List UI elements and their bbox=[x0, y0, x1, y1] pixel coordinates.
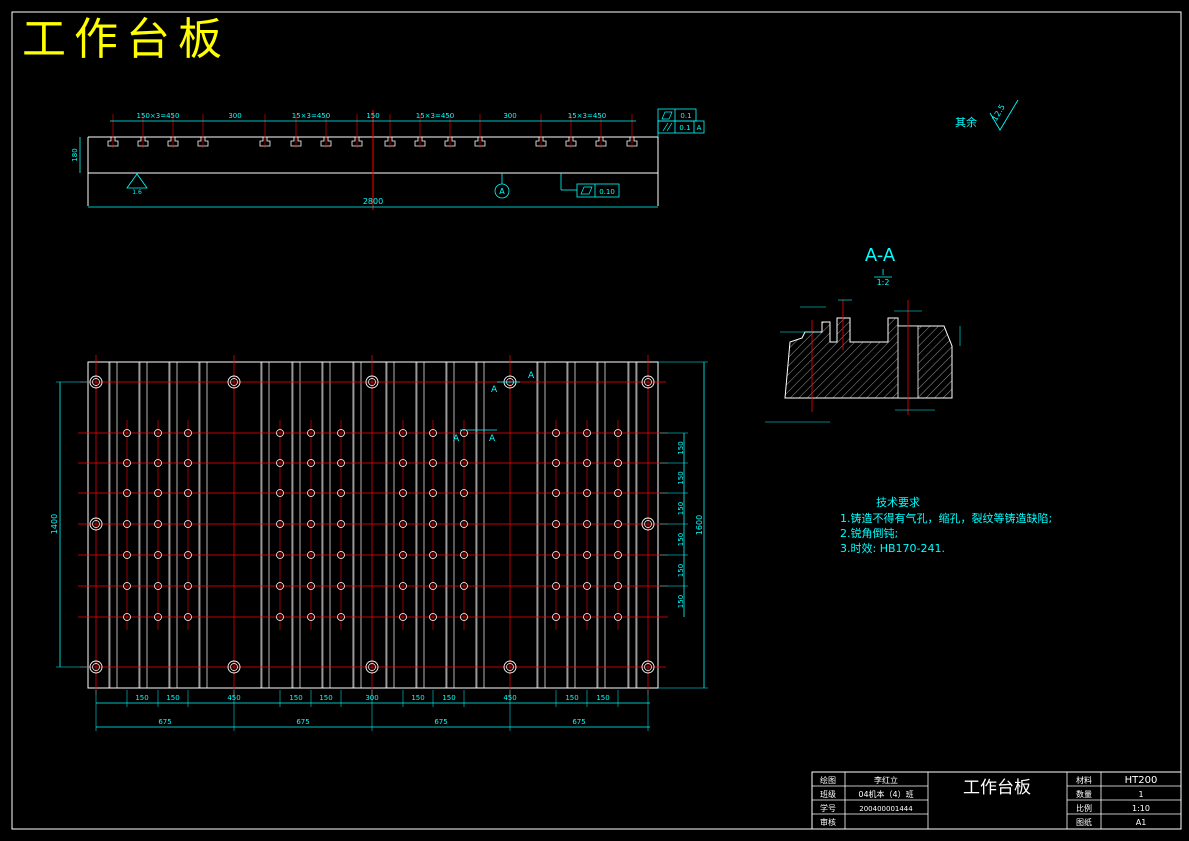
section-scale-top: I bbox=[882, 268, 884, 277]
tech-item-1: 1.铸造不得有气孔，缩孔，裂纹等铸造缺陷; bbox=[840, 511, 1052, 525]
drawing-title: 工作台板 bbox=[22, 14, 230, 65]
bottom-dim-label: 150 bbox=[565, 694, 578, 702]
overall-length-label: 2800 bbox=[363, 197, 383, 206]
tb-draw-label: 绘图 bbox=[820, 775, 836, 785]
right-dim-label: 150 bbox=[677, 564, 685, 577]
bottom-dim-label: 150 bbox=[596, 694, 609, 702]
tb-draw-value: 李红立 bbox=[874, 775, 898, 785]
tech-heading: 技术要求 bbox=[876, 496, 920, 509]
tb-id-label: 学号 bbox=[820, 803, 836, 813]
drawing-sheet: 150×3=450 300 15×3=450 150 15×3=450 300 15×3=4… bbox=[11, 11, 1182, 830]
plan-right-height-label: 1600 bbox=[695, 515, 704, 535]
roughness-label: 其余 bbox=[955, 115, 977, 129]
tolerance-flat-label: 0.1 bbox=[680, 112, 691, 120]
tech-requirements: 技术要求 1.铸造不得有气孔，缩孔，裂纹等铸造缺陷; 2.锐角倒钝; 3.时效:… bbox=[840, 496, 1052, 555]
front-top-dim-label: 300 bbox=[228, 112, 241, 120]
section-marker-mid: A A bbox=[453, 429, 497, 444]
right-dim-label: 150 bbox=[677, 533, 685, 546]
plan-view: A A A A 1400 1600 150 150 150 150 150 150 150… bbox=[50, 355, 708, 731]
bottom-dim-label: 150 bbox=[135, 694, 148, 702]
section-hatched-body bbox=[784, 317, 953, 399]
front-height-label: 180 bbox=[71, 148, 79, 161]
tech-item-3: 3.时效: HB170-241. bbox=[840, 541, 945, 555]
bottom-dim-label: 150 bbox=[411, 694, 424, 702]
tb-review-label: 审核 bbox=[820, 817, 836, 827]
plan-bottom-dims: 150 150 450 150 150 300 150 150 450 150 150675 675 6… bbox=[95, 690, 649, 731]
section-scale-bottom: 1:2 bbox=[877, 278, 890, 287]
front-top-dim-label: 300 bbox=[503, 112, 516, 120]
tb-sheet-label: 图纸 bbox=[1076, 817, 1092, 827]
tolerance-bottom-label: 0.10 bbox=[599, 188, 615, 196]
front-top-dim-label: 150×3=450 bbox=[137, 112, 180, 120]
bottom-dim-label-2: 675 bbox=[158, 718, 171, 726]
roughness-value: 12.5 bbox=[990, 103, 1007, 123]
tb-material-label: 材料 bbox=[1076, 775, 1092, 785]
drawing-border bbox=[11, 11, 1182, 830]
tb-class-label: 班级 bbox=[820, 789, 836, 799]
front-top-dim-label: 15×3=450 bbox=[416, 112, 454, 120]
front-top-dim-label: 150 bbox=[366, 112, 379, 120]
front-top-dims: 150×3=450 300 15×3=450 150 15×3=450 300 15×3=4… bbox=[137, 112, 607, 120]
section-a-a: A-A I 1:2 bbox=[765, 245, 961, 423]
bottom-dim-label-2: 675 bbox=[296, 718, 309, 726]
tb-scale-label: 比例 bbox=[1076, 803, 1092, 813]
right-dim-label: 150 bbox=[677, 595, 685, 608]
tb-scale-value: 1:10 bbox=[1132, 804, 1150, 813]
tolerance-parallel-datum: A bbox=[697, 124, 702, 132]
roughness-symbol-small bbox=[126, 173, 148, 189]
tech-item-2: 2.锐角倒钝; bbox=[840, 526, 898, 540]
front-top-dim-label: 15×3=450 bbox=[568, 112, 606, 120]
bottom-dim-label-2: 675 bbox=[434, 718, 447, 726]
roughness-note: 其余 12.5 bbox=[955, 99, 1019, 131]
datum-label: A bbox=[499, 187, 505, 196]
front-view: 150×3=450 300 15×3=450 150 15×3=450 300 15×3=4… bbox=[71, 108, 705, 210]
section-marker-a4: A bbox=[489, 434, 496, 444]
right-dim-label: 150 bbox=[677, 502, 685, 515]
tb-qty-value: 1 bbox=[1138, 790, 1143, 799]
tb-part-name: 工作台板 bbox=[963, 778, 1031, 798]
plan-left-height-label: 1400 bbox=[50, 514, 59, 534]
bottom-dim-label: 150 bbox=[166, 694, 179, 702]
plan-center-grid bbox=[78, 355, 668, 695]
tb-id-value: 200400001444 bbox=[859, 805, 913, 813]
bottom-dim-label-2: 675 bbox=[572, 718, 585, 726]
bottom-dim-label: 150 bbox=[289, 694, 302, 702]
bottom-dim-label: 150 bbox=[442, 694, 455, 702]
tolerance-parallel-label: 0.1 bbox=[679, 124, 690, 132]
right-dim-label: 150 bbox=[677, 441, 685, 454]
section-marker-a3: A bbox=[453, 434, 460, 444]
tb-class-value: 04机本（4）班 bbox=[858, 789, 913, 799]
bottom-dim-label: 150 bbox=[319, 694, 332, 702]
roughness-small-label: 1.6 bbox=[132, 189, 142, 196]
right-dim-label: 150 bbox=[677, 471, 685, 484]
tb-sheet-value: A1 bbox=[1136, 818, 1147, 827]
tb-material-value: HT200 bbox=[1125, 775, 1158, 786]
section-title: A-A bbox=[865, 245, 896, 266]
title-block: 绘图 李红立 班级 04机本（4）班 学号 200400001444 审核 工作… bbox=[811, 771, 1182, 830]
tb-qty-label: 数量 bbox=[1076, 789, 1092, 799]
section-marker-a2: A bbox=[528, 371, 535, 381]
section-marker-a1: A bbox=[491, 385, 498, 395]
front-top-dim-label: 15×3=450 bbox=[292, 112, 330, 120]
